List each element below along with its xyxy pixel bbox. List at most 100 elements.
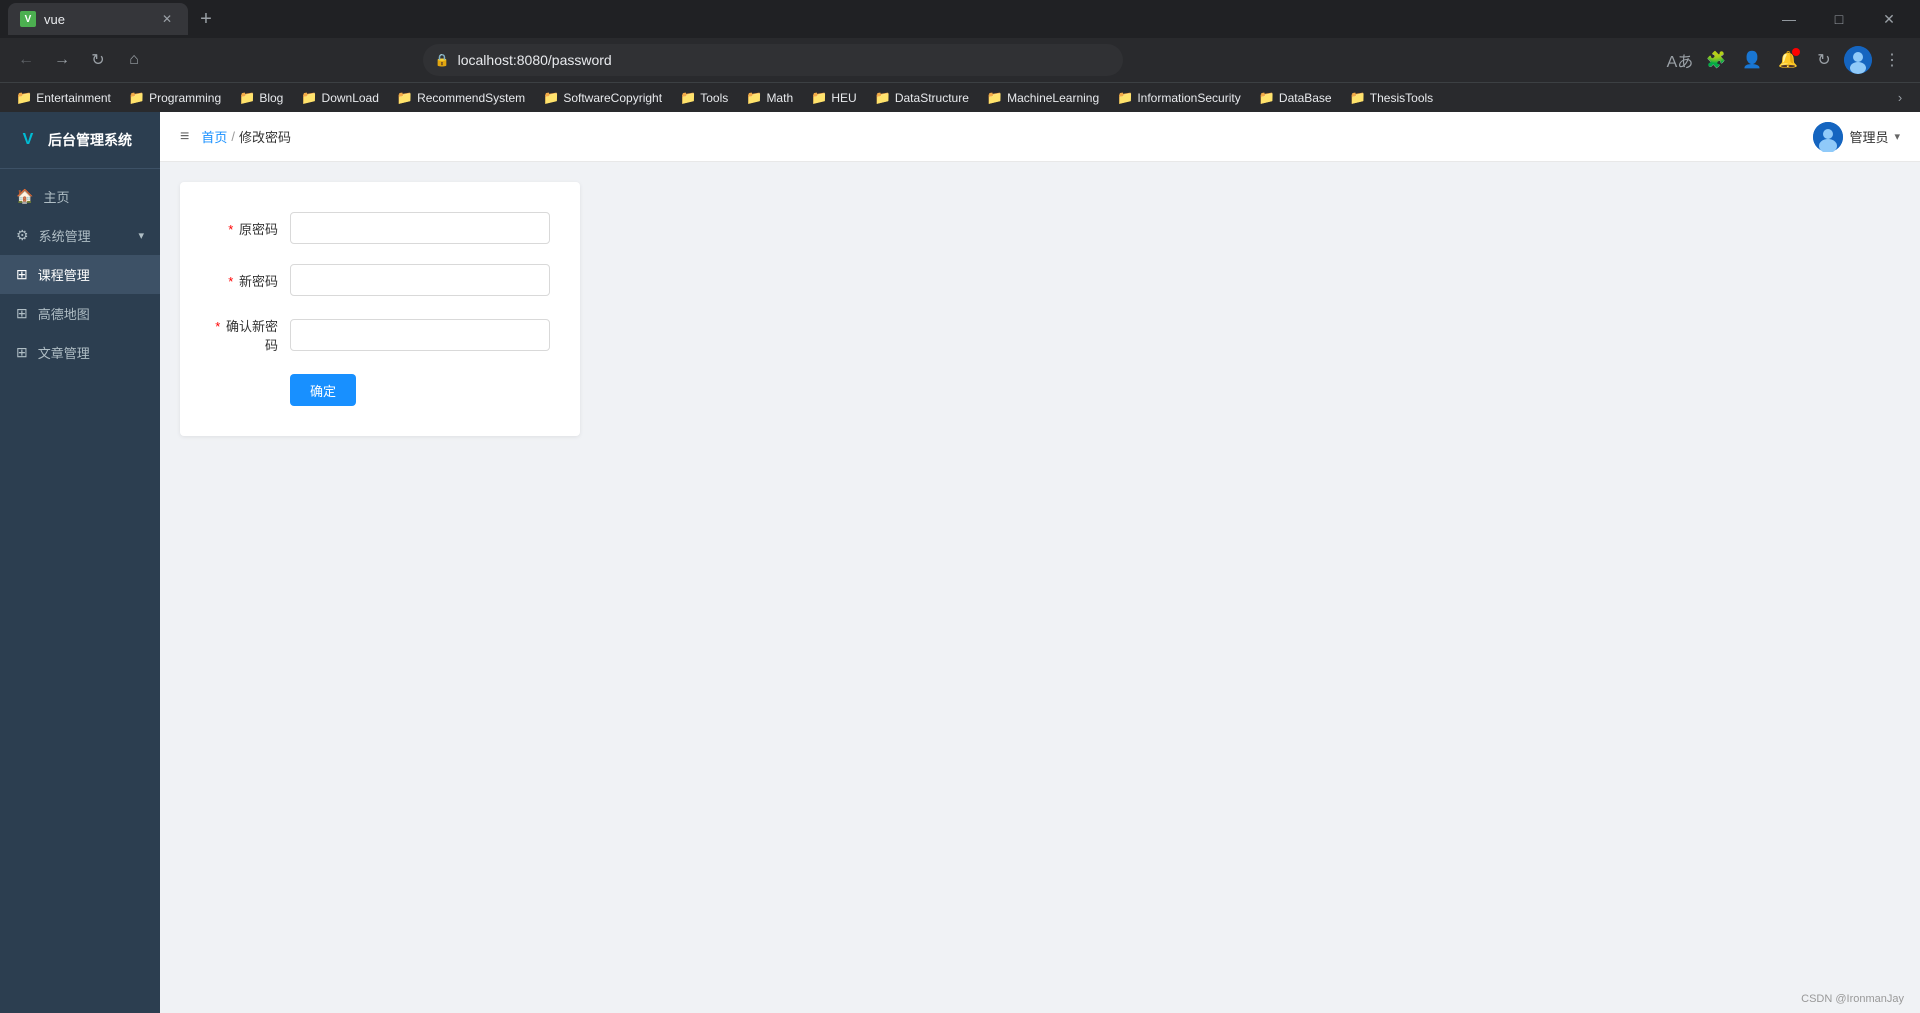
bookmark-thesistools[interactable]: 📁 ThesisTools — [1342, 86, 1442, 110]
url-bar[interactable]: 🔒 localhost:8080/password — [423, 44, 1123, 76]
folder-icon: 📁 — [1117, 90, 1133, 106]
folder-icon: 📁 — [1350, 90, 1366, 106]
old-password-label: * 原密码 — [210, 219, 290, 238]
tab-close-button[interactable]: ✕ — [158, 10, 176, 28]
translate-icon[interactable]: Aあ — [1664, 44, 1696, 76]
folder-icon: 📁 — [746, 90, 762, 106]
folder-icon: 📁 — [680, 90, 696, 106]
extension-icon[interactable]: 🧩 — [1700, 44, 1732, 76]
sidebar-item-label: 课程管理 — [38, 265, 144, 284]
new-password-input[interactable] — [290, 264, 550, 296]
folder-icon: 📁 — [129, 90, 145, 106]
bookmark-label: Math — [766, 91, 793, 105]
chevron-down-icon: ▾ — [138, 229, 144, 242]
folder-icon: 📁 — [987, 90, 1003, 106]
course-icon: ⊞ — [16, 266, 28, 283]
tab-favicon: V — [20, 11, 36, 27]
sidebar-logo: V 后台管理系统 — [0, 112, 160, 169]
sync-icon[interactable]: ↻ — [1808, 44, 1840, 76]
bookmark-label: DownLoad — [322, 91, 379, 105]
bookmark-heu[interactable]: 📁 HEU — [803, 86, 865, 110]
breadcrumb-home[interactable]: 首页 — [201, 127, 227, 146]
bookmark-recommender[interactable]: 📁 RecommendSystem — [389, 86, 533, 110]
footer-text: CSDN @IronmanJay — [1801, 993, 1904, 1005]
page-header: ≡ 首页 / 修改密码 管理员 — [160, 112, 1920, 162]
header-left: ≡ 首页 / 修改密码 — [180, 127, 291, 146]
bookmark-softwarecopyright[interactable]: 📁 SoftwareCopyright — [535, 86, 670, 110]
bookmark-math[interactable]: 📁 Math — [738, 86, 801, 110]
minimize-button[interactable]: — — [1766, 0, 1812, 38]
page-footer: CSDN @IronmanJay — [1801, 993, 1904, 1005]
browser-tab[interactable]: V vue ✕ — [8, 3, 188, 35]
sidebar-menu: 🏠 主页 ⚙ 系统管理 ▾ ⊞ 课程管理 ⊞ 高德地图 ⊞ — [0, 169, 160, 380]
sidebar-item-course[interactable]: ⊞ 课程管理 — [0, 255, 160, 294]
address-bar: ← → ↻ ⌂ 🔒 localhost:8080/password Aあ 🧩 👤… — [0, 38, 1920, 82]
username: 管理员 — [1849, 127, 1888, 146]
bookmark-label: RecommendSystem — [417, 91, 525, 105]
folder-icon: 📁 — [16, 90, 32, 106]
folder-icon: 📁 — [1259, 90, 1275, 106]
sidebar-item-home[interactable]: 🏠 主页 — [0, 177, 160, 216]
sidebar: V 后台管理系统 🏠 主页 ⚙ 系统管理 ▾ ⊞ 课程管理 — [0, 112, 160, 1013]
back-button[interactable]: ← — [12, 46, 40, 74]
confirm-password-row: * 确认新密码 — [210, 316, 550, 354]
more-options-icon[interactable]: ⋮ — [1876, 44, 1908, 76]
folder-icon: 📁 — [875, 90, 891, 106]
bookmark-label: HEU — [831, 91, 856, 105]
window-controls: — □ ✕ — [1766, 0, 1912, 38]
profile-icon[interactable]: 👤 — [1736, 44, 1768, 76]
bookmark-label: SoftwareCopyright — [563, 91, 662, 105]
bookmark-entertainment[interactable]: 📁 Entertainment — [8, 86, 119, 110]
bookmark-label: Tools — [700, 91, 728, 105]
menu-toggle-icon[interactable]: ≡ — [180, 128, 189, 146]
maximize-button[interactable]: □ — [1816, 0, 1862, 38]
bell-icon[interactable]: 🔔 — [1772, 44, 1804, 76]
bookmark-blog[interactable]: 📁 Blog — [231, 86, 291, 110]
avatar — [1813, 122, 1843, 152]
user-avatar-icon[interactable] — [1844, 46, 1872, 74]
reload-button[interactable]: ↻ — [84, 46, 112, 74]
chevron-down-icon: ▾ — [1894, 130, 1900, 143]
bookmark-label: Blog — [259, 91, 283, 105]
tab-title: vue — [44, 12, 150, 27]
close-button[interactable]: ✕ — [1866, 0, 1912, 38]
logo-text: 后台管理系统 — [48, 130, 132, 150]
folder-icon: 📁 — [811, 90, 827, 106]
bookmark-download[interactable]: 📁 DownLoad — [293, 86, 387, 110]
bookmarks-more-button[interactable]: › — [1888, 86, 1912, 110]
bookmark-tools[interactable]: 📁 Tools — [672, 86, 736, 110]
confirm-password-input[interactable] — [290, 319, 550, 351]
sidebar-item-system[interactable]: ⚙ 系统管理 ▾ — [0, 216, 160, 255]
new-tab-button[interactable]: + — [192, 5, 220, 33]
sidebar-item-amap[interactable]: ⊞ 高德地图 — [0, 294, 160, 333]
old-password-row: * 原密码 — [210, 212, 550, 244]
folder-icon: 📁 — [239, 90, 255, 106]
system-icon: ⚙ — [16, 227, 29, 244]
home-button[interactable]: ⌂ — [120, 46, 148, 74]
submit-button[interactable]: 确定 — [290, 374, 356, 406]
form-actions: 确定 — [210, 374, 550, 406]
notification-badge — [1792, 48, 1800, 56]
bookmark-infosecurity[interactable]: 📁 InformationSecurity — [1109, 86, 1249, 110]
breadcrumb-separator: / — [231, 129, 235, 144]
required-indicator: * — [228, 222, 233, 237]
forward-button[interactable]: → — [48, 46, 76, 74]
bookmark-datastructure[interactable]: 📁 DataStructure — [867, 86, 977, 110]
bookmark-programming[interactable]: 📁 Programming — [121, 86, 229, 110]
bookmark-label: ThesisTools — [1370, 91, 1433, 105]
old-password-input[interactable] — [290, 212, 550, 244]
tab-bar: V vue ✕ + — □ ✕ — [0, 0, 1920, 38]
bookmark-label: Programming — [149, 91, 221, 105]
bookmark-label: InformationSecurity — [1137, 91, 1240, 105]
change-password-form: * 原密码 * 新密码 * 确认新密码 — [180, 182, 580, 436]
breadcrumb: 首页 / 修改密码 — [201, 127, 291, 146]
home-icon: 🏠 — [16, 188, 33, 205]
bookmark-machinelearning[interactable]: 📁 MachineLearning — [979, 86, 1107, 110]
user-info[interactable]: 管理员 ▾ — [1813, 122, 1900, 152]
required-indicator: * — [215, 319, 220, 334]
required-indicator: * — [228, 274, 233, 289]
confirm-password-label: * 确认新密码 — [210, 316, 290, 354]
logo-icon: V — [16, 128, 40, 152]
bookmark-database[interactable]: 📁 DataBase — [1251, 86, 1340, 110]
sidebar-item-article[interactable]: ⊞ 文章管理 — [0, 333, 160, 372]
